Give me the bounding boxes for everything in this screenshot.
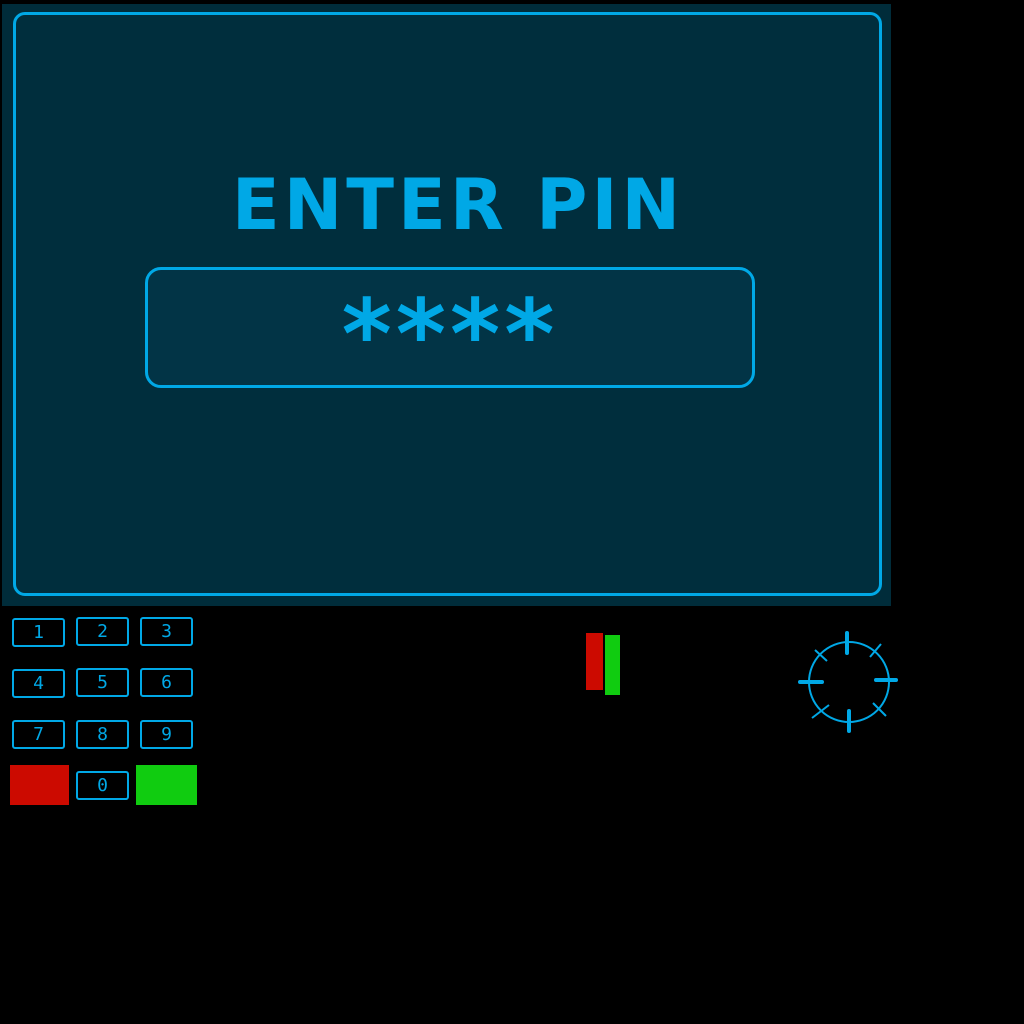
keypad-key-2[interactable]: 2 bbox=[76, 617, 129, 646]
keypad-key-8[interactable]: 8 bbox=[76, 720, 129, 749]
page-title: ENTER PIN bbox=[231, 164, 685, 246]
pin-mask-text: **** bbox=[341, 279, 559, 391]
keypad-key-9[interactable]: 9 bbox=[140, 720, 193, 749]
pin-field: **** bbox=[145, 267, 755, 391]
keypad-key-1[interactable]: 1 bbox=[12, 618, 65, 647]
keypad-key-0[interactable]: 0 bbox=[76, 771, 129, 800]
cancel-button[interactable] bbox=[10, 765, 69, 805]
status-indicator-green bbox=[605, 635, 620, 695]
status-indicator-red bbox=[586, 633, 603, 690]
keypad-key-4[interactable]: 4 bbox=[12, 669, 65, 698]
keypad-key-7[interactable]: 7 bbox=[12, 720, 65, 749]
keypad-key-3[interactable]: 3 bbox=[140, 617, 193, 646]
display-screen: ENTER PIN **** bbox=[2, 4, 891, 606]
keypad-key-6[interactable]: 6 bbox=[140, 668, 193, 697]
enter-button[interactable] bbox=[136, 765, 197, 805]
crosshair-icon bbox=[796, 630, 900, 734]
keypad-key-5[interactable]: 5 bbox=[76, 668, 129, 697]
